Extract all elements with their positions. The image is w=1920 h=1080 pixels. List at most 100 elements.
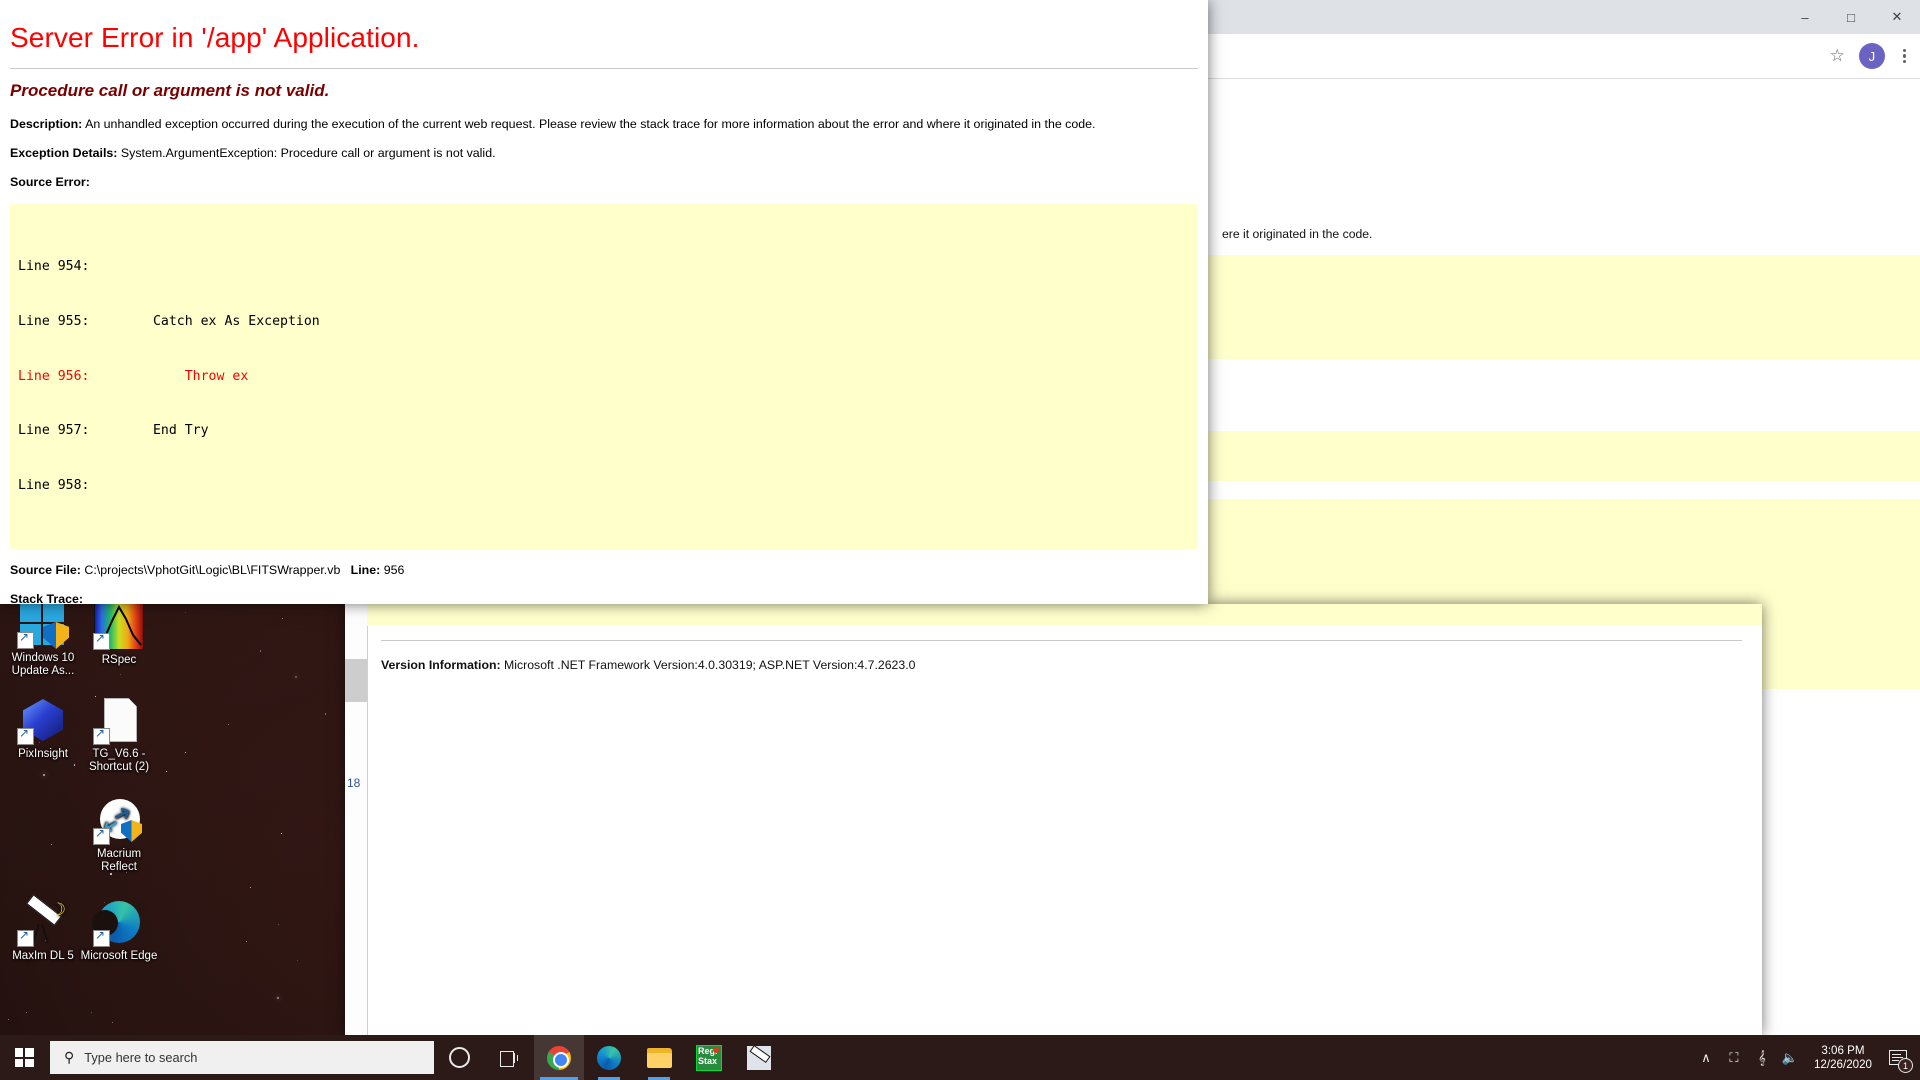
chrome-toolbar: ☆ J — [1208, 34, 1920, 79]
windows-taskbar: ⚲ Type here to search Regi Stax ∧ ⛶ 𝄞 🔈 … — [0, 1035, 1920, 1080]
cortana-icon — [448, 1047, 470, 1068]
desktop-icon-windows-update[interactable]: Windows 10 Update As... — [4, 600, 82, 678]
chrome-menu-icon[interactable] — [1899, 48, 1910, 64]
trace-band-remnant — [367, 604, 1762, 626]
onedrive-icon[interactable]: ⛶ — [1720, 1035, 1748, 1080]
exception-details-text: System.ArgumentException: Procedure call… — [120, 146, 496, 160]
line-code: Catch ex As Exception — [89, 314, 320, 330]
error-subtitle: Procedure call or argument is not valid. — [10, 81, 330, 100]
task-view-button[interactable] — [484, 1035, 534, 1080]
clock[interactable]: 3:06 PM 12/26/2020 — [1804, 1044, 1882, 1072]
desktop-icon-microsoft-edge[interactable]: Microsoft Edge — [80, 898, 158, 963]
back-fragment-description: ere it originated in the code. — [1222, 227, 1373, 241]
code-band — [1208, 431, 1920, 481]
telescope-icon: ☽ — [17, 894, 67, 947]
folder-icon — [646, 1047, 672, 1068]
source-error-label: Source Error: — [10, 175, 90, 189]
version-information-row: Version Information: Microsoft .NET Fram… — [381, 658, 915, 672]
page-title: Server Error in '/app' Application. — [10, 22, 420, 53]
profile-avatar[interactable]: J — [1858, 43, 1885, 69]
desktop-icon-label: PixInsight — [18, 748, 68, 760]
minimize-button[interactable]: – — [1782, 0, 1828, 34]
horizontal-rule — [381, 640, 1742, 641]
description-row: Description: An unhandled exception occu… — [10, 117, 1198, 132]
clock-time: 3:06 PM — [1821, 1043, 1865, 1057]
notification-badge: 1 — [1898, 1058, 1913, 1073]
middle-error-window[interactable]: 18 Version Information: Microsoft .NET F… — [345, 604, 1762, 1035]
desktop-icon-label: Microsoft Edge — [80, 950, 158, 962]
pixinsight-cube-icon — [17, 696, 67, 745]
source-code-line: Line 958: — [10, 477, 1198, 495]
middle-window-scrollbar[interactable]: 18 — [345, 604, 368, 1035]
wifi-icon[interactable]: 𝄞 — [1748, 1035, 1776, 1080]
chrome-taskbar-button[interactable] — [534, 1035, 584, 1080]
speaker-icon[interactable]: 🔈 — [1776, 1035, 1804, 1080]
window-controls: – □ ✕ — [1782, 0, 1920, 34]
edge-icon — [92, 898, 143, 947]
source-code-line: Line 955: Catch ex As Exception — [10, 313, 1198, 331]
maximize-button[interactable]: □ — [1828, 0, 1874, 34]
source-code-line: Line 957: End Try — [10, 422, 1198, 440]
source-code-line: Line 954: — [10, 258, 1198, 276]
title-divider — [10, 68, 1198, 69]
desktop-icon-label: Macrium Reflect — [96, 848, 142, 873]
line-number: Line 958: — [18, 477, 90, 493]
desktop-icon-label: RSpec — [101, 654, 137, 666]
exception-details-label: Exception Details: — [10, 146, 118, 160]
registax-label-bottom: Stax — [698, 1055, 718, 1066]
chrome-titlebar[interactable]: – □ ✕ — [1208, 0, 1920, 34]
cortana-button[interactable] — [434, 1035, 484, 1080]
scroll-line-number: 18 — [347, 776, 361, 790]
macrium-reflect-icon: ➜ ➜ — [93, 796, 143, 845]
source-code-line-highlighted: Line 956: Throw ex — [10, 368, 1198, 386]
desktop-icon-macrium-reflect[interactable]: ➜ ➜ Macrium Reflect — [80, 796, 158, 874]
stack-trace-heading: Stack Trace: — [10, 592, 1198, 604]
front-error-window[interactable]: Server Error in '/app' Application. Proc… — [0, 0, 1208, 604]
show-hidden-icons-chevron[interactable]: ∧ — [1692, 1035, 1720, 1080]
line-code: End Try — [89, 423, 209, 439]
rspec-spectrum-icon — [93, 600, 144, 650]
desktop-icon-tg-shortcut[interactable]: TG_V6.6 - Shortcut (2) — [80, 696, 158, 774]
notification-center-button[interactable]: 1 — [1882, 1035, 1914, 1080]
line-value: 956 — [383, 563, 405, 578]
line-code: Throw ex — [89, 368, 249, 384]
close-button[interactable]: ✕ — [1874, 0, 1920, 34]
desktop-icon-pixinsight[interactable]: PixInsight — [4, 696, 82, 761]
line-number: Line 954: — [18, 259, 90, 275]
source-error-code-block: Line 954: Line 955: Catch ex As Exceptio… — [10, 204, 1198, 550]
scrollbar-thumb[interactable] — [345, 659, 367, 702]
telescope-icon — [747, 1044, 771, 1070]
file-explorer-taskbar-button[interactable] — [634, 1035, 684, 1080]
bookmark-star-icon[interactable]: ☆ — [1830, 46, 1845, 66]
windows-logo-icon — [14, 1048, 34, 1067]
source-file-value: C:\projects\VphotGit\Logic\BL\FITSWrappe… — [84, 563, 341, 578]
stack-trace-label: Stack Trace: — [10, 592, 84, 604]
aspnet-error-page: Server Error in '/app' Application. Proc… — [0, 0, 1208, 604]
search-icon: ⚲ — [64, 1049, 75, 1065]
search-placeholder: Type here to search — [84, 1050, 198, 1065]
system-tray: ∧ ⛶ 𝄞 🔈 3:06 PM 12/26/2020 1 — [1692, 1035, 1920, 1080]
line-number: Line 957: — [18, 423, 90, 439]
desktop-icon-label: TG_V6.6 - Shortcut (2) — [88, 748, 150, 773]
registax-icon: Regi Stax — [696, 1044, 722, 1071]
start-button[interactable] — [0, 1035, 48, 1080]
source-error-heading: Source Error: — [10, 175, 1198, 190]
desktop-icon-rspec[interactable]: RSpec — [80, 600, 158, 667]
version-information-label: Version Information: — [381, 658, 501, 672]
chrome-icon — [547, 1045, 571, 1070]
search-input[interactable]: ⚲ Type here to search — [50, 1041, 434, 1074]
line-number: Line 956: — [18, 368, 90, 384]
registax-taskbar-button[interactable]: Regi Stax — [684, 1035, 734, 1080]
code-band — [1208, 255, 1920, 359]
source-file-label: Source File: — [10, 563, 81, 578]
desktop-icon-maxim-dl[interactable]: ☽ MaxIm DL 5 — [4, 894, 82, 963]
task-view-icon — [499, 1050, 519, 1067]
exception-details-row: Exception Details: System.ArgumentExcept… — [10, 146, 1198, 161]
windows-update-icon — [17, 600, 69, 649]
clock-date: 12/26/2020 — [1813, 1057, 1872, 1071]
maxim-taskbar-button[interactable] — [734, 1035, 784, 1080]
description-text: An unhandled exception occurred during t… — [85, 117, 1096, 131]
edge-taskbar-button[interactable] — [584, 1035, 634, 1080]
description-label: Description: — [10, 117, 83, 131]
line-label: Line: — [350, 563, 381, 578]
